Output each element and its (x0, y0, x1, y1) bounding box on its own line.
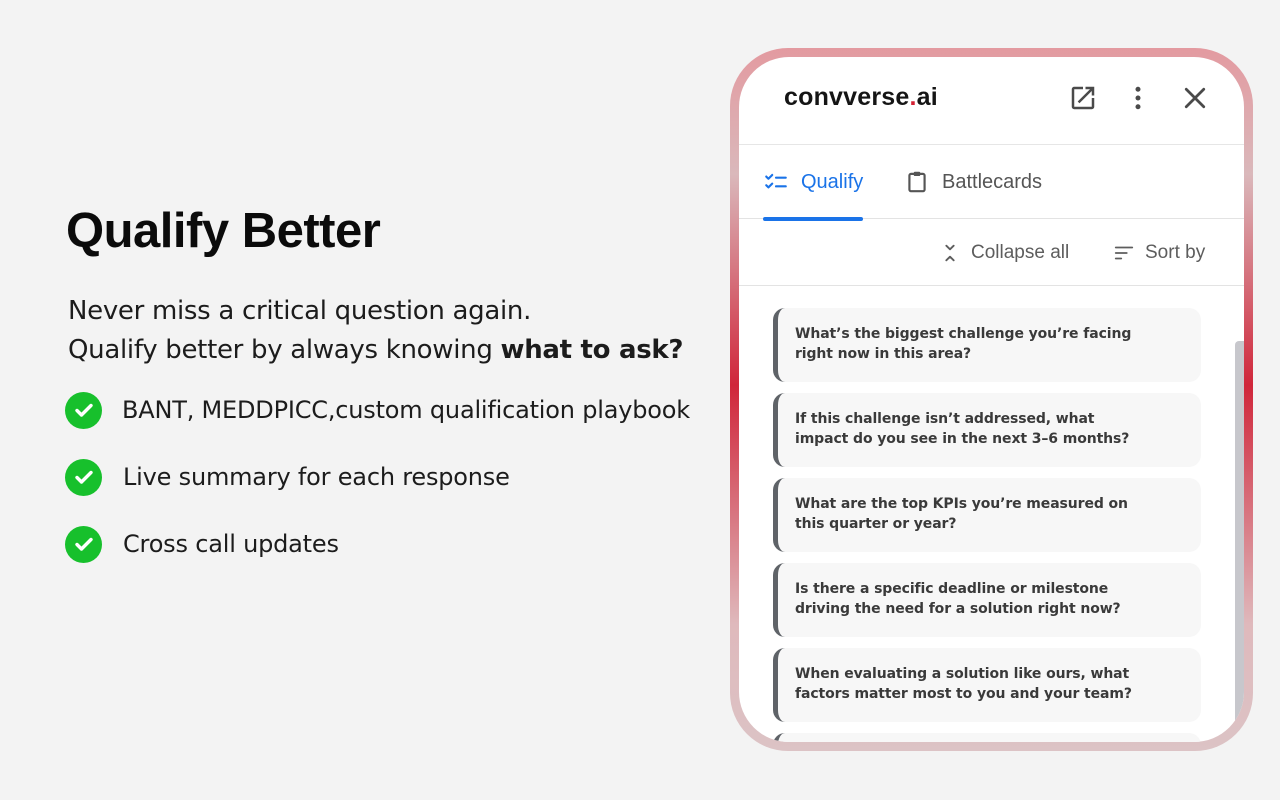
feature-item: BANT, MEDDPICC,custom qualification play… (65, 390, 690, 430)
check-circle-icon (65, 525, 102, 563)
extension-panel: convverse.ai Qualify Battlecards Collaps… (739, 57, 1244, 742)
question-card[interactable]: What’s the biggest challenge you’re faci… (773, 308, 1201, 382)
hero-subtitle-line-2: Qualify better by always knowing what to… (68, 331, 684, 370)
feature-item: Cross call updates (65, 524, 690, 564)
open-in-new-button[interactable] (1067, 82, 1099, 114)
brand-logo: convverse.ai (784, 83, 938, 112)
scrollbar[interactable] (1235, 341, 1244, 741)
close-button[interactable] (1179, 82, 1211, 114)
hero-subtitle-line-1: Never miss a critical question again. (68, 296, 532, 326)
feature-item: Live summary for each response (65, 457, 690, 497)
collapse-all-label: Collapse all (971, 242, 1070, 263)
question-text: If this challenge isn’t addressed, what … (795, 411, 1130, 447)
question-text: What’s the biggest challenge you’re faci… (795, 326, 1132, 362)
feature-list: BANT, MEDDPICC,custom qualification play… (65, 390, 690, 591)
feature-label: Live summary for each response (123, 463, 510, 491)
panel-header: convverse.ai (739, 57, 1244, 145)
tab-battlecards-label: Battlecards (942, 170, 1043, 193)
checklist-icon (765, 173, 787, 189)
question-card[interactable]: Is there a specific deadline or mileston… (773, 563, 1201, 637)
tab-battlecards[interactable]: Battlecards (904, 145, 1042, 219)
tab-bar: Qualify Battlecards (739, 145, 1244, 221)
question-text: When evaluating a solution like ours, wh… (795, 666, 1132, 702)
question-card[interactable]: When evaluating a solution like ours, wh… (773, 648, 1201, 722)
brand-name: convverse (784, 83, 910, 111)
brand-tld: ai (916, 83, 938, 111)
close-icon (1184, 87, 1206, 109)
device-frame: convverse.ai Qualify Battlecards Collaps… (730, 48, 1253, 751)
feature-label: Cross call updates (123, 530, 339, 558)
tab-qualify-label: Qualify (801, 170, 864, 193)
sort-by-label: Sort by (1145, 242, 1206, 263)
list-toolbar: Collapse all Sort by (739, 220, 1244, 286)
question-text: Is there a specific deadline or mileston… (795, 581, 1121, 617)
hero-subtitle: Never miss a critical question again. Qu… (68, 292, 684, 370)
brand-dot: . (909, 83, 917, 111)
sort-icon (1114, 246, 1134, 260)
hero-subtitle-emphasis: what to ask? (500, 335, 684, 365)
question-card-partial[interactable] (773, 733, 1201, 742)
hero-title: Qualify Better (66, 204, 381, 258)
collapse-icon (945, 244, 955, 262)
check-circle-icon (65, 458, 102, 496)
sort-by-button[interactable]: Sort by (1113, 220, 1205, 286)
open-in-new-icon (1071, 86, 1095, 110)
hero-subtitle-line-2-prefix: Qualify better by always knowing (68, 335, 501, 365)
question-list: What’s the biggest challenge you’re faci… (773, 308, 1201, 742)
question-card[interactable]: What are the top KPIs you’re measured on… (773, 478, 1201, 552)
question-card[interactable]: If this challenge isn’t addressed, what … (773, 393, 1201, 467)
feature-label: BANT, MEDDPICC,custom qualification play… (122, 396, 690, 424)
collapse-all-button[interactable]: Collapse all (939, 220, 1069, 286)
more-vertical-icon (1135, 86, 1141, 110)
check-circle-icon (65, 391, 102, 429)
tab-qualify[interactable]: Qualify (763, 145, 864, 221)
more-options-button[interactable] (1122, 82, 1154, 114)
clipboard-icon (908, 171, 926, 193)
question-text: What are the top KPIs you’re measured on… (795, 496, 1128, 532)
